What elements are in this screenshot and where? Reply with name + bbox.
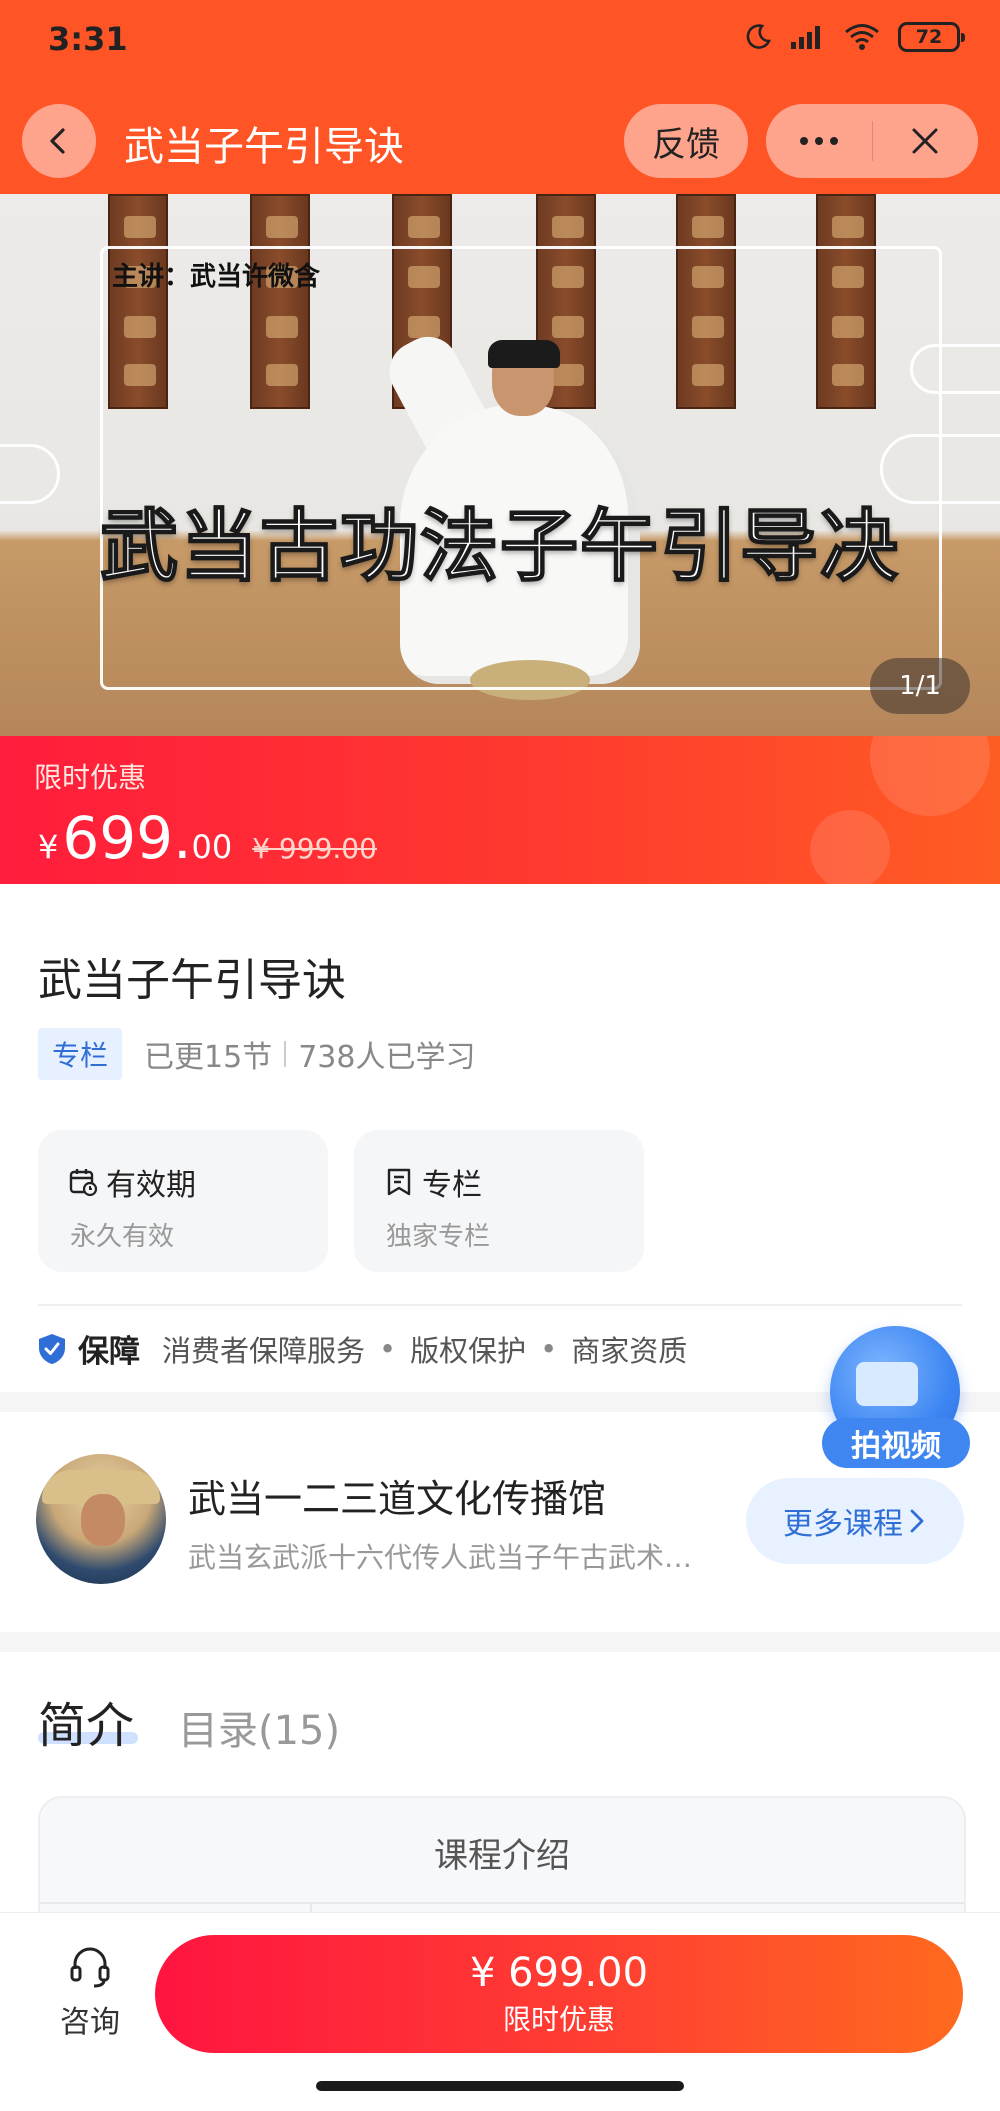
chevron-left-icon [50, 128, 65, 154]
nav-bar: 武当子午引导诀 反馈 [0, 88, 1000, 194]
tab-catalog[interactable]: 目录(15) [178, 1698, 340, 1756]
column-card-head: 专栏 [384, 1160, 482, 1204]
feedback-button[interactable]: 反馈 [624, 104, 748, 178]
validity-title: 有效期 [106, 1168, 196, 1203]
avatar-face [81, 1494, 125, 1546]
guarantee-label: 保障 [78, 1334, 140, 1370]
home-indicator[interactable] [316, 2081, 684, 2091]
meta-divider [284, 1041, 287, 1067]
original-price: ¥ 999.00 [252, 832, 377, 865]
tab-intro[interactable]: 简介 [38, 1686, 134, 1756]
shield-check-icon [39, 1333, 65, 1364]
learner-count: 738人已学习 [298, 1040, 476, 1075]
price-decimal: 00 [191, 828, 233, 866]
guarantee-row[interactable]: 保障 消费者保障服务 • 版权保护 • 商家资质 [36, 1326, 687, 1371]
currency-symbol: ¥ [38, 828, 59, 866]
shoot-video-label: 拍视频 [822, 1418, 970, 1468]
more-dots-icon [799, 137, 838, 145]
course-meta-row: 专栏 已更15节 738人已学习 [38, 1028, 475, 1080]
course-detail-page: 3:31 72 武当子午引导诀 反馈 主讲：武当许微含 武当古功法子午引导决 1… [0, 0, 1000, 2111]
bookmark-doc-icon [387, 1168, 411, 1196]
signal-icon [791, 26, 820, 49]
consult-button[interactable]: 咨询 [50, 1943, 130, 2041]
cloud-decoration [910, 344, 1000, 394]
decorative-frame [100, 246, 942, 690]
price-integer: 699. [62, 804, 192, 872]
video-camera-icon [856, 1362, 918, 1406]
image-counter: 1/1 [870, 658, 970, 714]
cover-title: 武当古功法子午引导决 [99, 501, 900, 593]
decor-circle [870, 736, 990, 816]
validity-card-head: 有效期 [68, 1160, 196, 1204]
section-separator [0, 1632, 1000, 1652]
shop-description: 武当玄武派十六代传人武当子午古武术… [188, 1541, 693, 1574]
buy-subtitle: 限时优惠 [502, 2003, 615, 2036]
status-bar: 3:31 72 [0, 0, 1000, 88]
column-card: 专栏 独家专栏 [354, 1130, 644, 1272]
guarantee-item: 版权保护 [410, 1333, 527, 1368]
battery-icon: 72 [898, 22, 965, 52]
bullet-dot: • [540, 1331, 558, 1366]
back-button[interactable] [22, 104, 96, 178]
nav-title: 武当子午引导诀 [124, 124, 404, 170]
promo-label: 限时优惠 [34, 761, 147, 794]
miniapp-capsule [766, 104, 978, 178]
status-time: 3:31 [48, 20, 128, 58]
column-value: 独家专栏 [386, 1222, 491, 1252]
promo-price: ¥ 699. 00 ¥ 999.00 [38, 804, 377, 872]
shoot-video-float-button[interactable]: 拍视频 [822, 1318, 972, 1468]
guarantee-item: 商家资质 [571, 1333, 688, 1368]
lecturer-caption: 主讲：武当许微含 [112, 262, 321, 292]
intro-card-title: 课程介绍 [434, 1836, 570, 1876]
bottom-action-bar: 咨询 ¥ 699.00 限时优惠 [0, 1912, 1000, 2111]
headset-icon [70, 1947, 110, 1988]
close-button[interactable] [873, 104, 979, 178]
buy-price: ¥ 699.00 [469, 1950, 649, 1996]
buy-button[interactable]: ¥ 699.00 限时优惠 [155, 1935, 963, 2053]
shop-name[interactable]: 武当一二三道文化传播馆 [188, 1468, 606, 1523]
promo-price-bar: 限时优惠 ¥ 699. 00 ¥ 999.00 [0, 736, 1000, 884]
status-icons: 72 [744, 22, 965, 52]
more-button[interactable] [766, 104, 872, 178]
calendar-clock-icon [69, 1169, 98, 1197]
shop-avatar[interactable] [36, 1454, 166, 1584]
more-courses-label: 更多课程 [783, 1507, 903, 1542]
course-title: 武当子午引导诀 [38, 955, 346, 1006]
decor-circle [810, 810, 890, 884]
close-icon [912, 128, 938, 154]
guarantee-item: 消费者保障服务 [162, 1333, 366, 1368]
validity-value: 永久有效 [70, 1222, 175, 1252]
column-title: 专栏 [422, 1168, 482, 1203]
bullet-dot: • [379, 1331, 397, 1366]
more-courses-button[interactable]: 更多课程 [746, 1478, 964, 1564]
updated-count: 已更15节 [144, 1040, 273, 1075]
course-type-tag: 专栏 [38, 1028, 123, 1080]
consult-label: 咨询 [60, 2005, 120, 2040]
course-cover-banner[interactable]: 主讲：武当许微含 武当古功法子午引导决 1/1 [0, 194, 1000, 736]
table-line [40, 1902, 964, 1904]
moon-icon [746, 24, 772, 49]
chevron-right-icon [910, 1509, 924, 1533]
section-divider [38, 1304, 962, 1306]
validity-card: 有效期 永久有效 [38, 1130, 328, 1272]
wifi-icon [845, 24, 879, 50]
